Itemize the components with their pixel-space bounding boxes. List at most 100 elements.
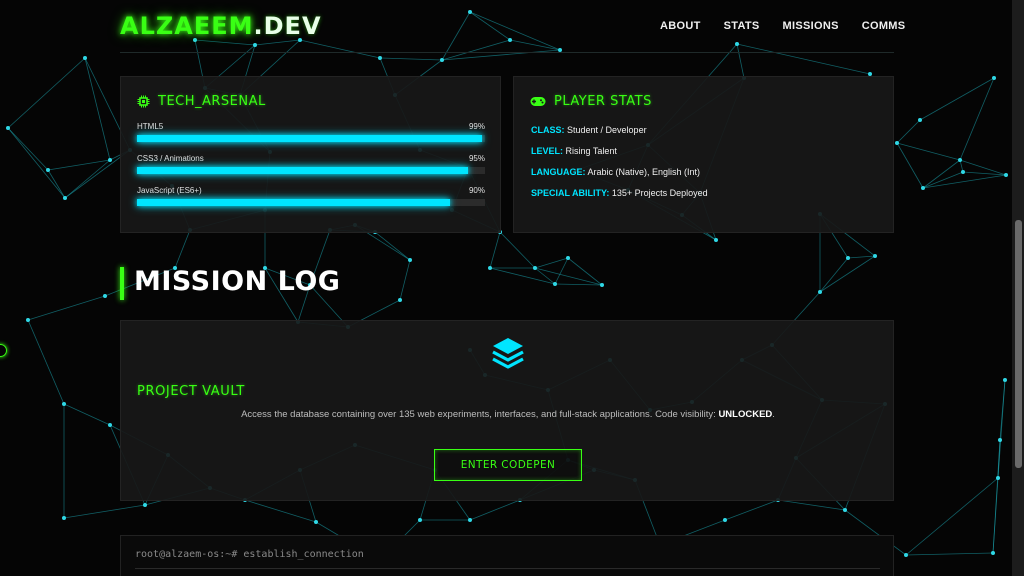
network-link	[84, 57, 111, 161]
terminal-panel[interactable]: root@alzaem-os:~# establish_connection	[120, 535, 894, 576]
network-node	[895, 141, 899, 145]
stat-language: LANGUAGE: Arabic (Native), English (Int)	[531, 167, 701, 177]
skill-name: CSS3 / Animations	[137, 154, 204, 163]
network-node	[846, 256, 850, 260]
network-link	[299, 39, 381, 59]
network-link	[959, 77, 995, 161]
network-node	[723, 518, 727, 522]
network-node	[253, 43, 257, 47]
skill-css: CSS3 / Animations 95%	[137, 154, 485, 174]
network-link	[489, 231, 501, 269]
header-divider	[120, 52, 894, 53]
network-link	[63, 403, 111, 426]
network-link	[254, 39, 301, 46]
nav-missions[interactable]: MISSIONS	[783, 20, 839, 32]
network-link	[399, 259, 411, 301]
network-node	[418, 518, 422, 522]
nav-comms[interactable]: COMMS	[862, 20, 906, 32]
network-link	[819, 257, 849, 293]
network-link	[905, 552, 994, 556]
terminal-command: root@alzaem-os:~# establish_connection	[135, 549, 364, 560]
network-node	[108, 423, 112, 427]
network-node	[378, 56, 382, 60]
network-link	[896, 119, 921, 144]
nav-about[interactable]: ABOUT	[660, 20, 701, 32]
skill-bar-fill	[137, 167, 468, 174]
network-link	[194, 39, 256, 46]
network-link	[469, 11, 561, 51]
logo-suffix: .DEV	[253, 12, 322, 40]
skill-bar-fill	[137, 199, 451, 206]
tech-arsenal-title: TECH_ARSENAL	[137, 94, 266, 109]
gamepad-icon	[530, 97, 546, 106]
skill-bar-track	[137, 167, 485, 174]
network-node	[996, 476, 1000, 480]
stat-special-ability: SPECIAL ABILITY: 135+ Projects Deployed	[531, 188, 708, 198]
network-node	[508, 38, 512, 42]
network-link	[847, 255, 876, 259]
network-link	[499, 231, 536, 269]
enter-codepen-button[interactable]: ENTER CODEPEN	[434, 449, 582, 481]
network-node	[958, 158, 962, 162]
site-logo[interactable]: ALZAEEM.DEV	[120, 12, 322, 40]
network-node	[62, 402, 66, 406]
scrollbar-thumb[interactable]	[1015, 220, 1022, 468]
network-link	[534, 257, 569, 269]
chip-icon	[137, 95, 150, 108]
player-stats-card: PLAYER STATS CLASS: Student / Developer …	[513, 76, 894, 233]
skill-bar-fill	[137, 135, 482, 142]
network-link	[724, 499, 779, 521]
network-link	[379, 57, 443, 61]
network-link	[896, 142, 924, 189]
logo-main: ALZAEEM	[120, 12, 254, 40]
network-node	[468, 10, 472, 14]
network-link	[922, 159, 961, 189]
network-node	[533, 266, 537, 270]
network-node	[873, 254, 877, 258]
network-node	[1004, 173, 1008, 177]
network-node	[440, 58, 444, 62]
network-node	[735, 42, 739, 46]
network-node	[62, 516, 66, 520]
network-link	[374, 231, 411, 261]
skill-name: HTML5	[137, 122, 164, 131]
network-node	[408, 258, 412, 262]
network-node	[992, 76, 996, 80]
player-stats-title: PLAYER STATS	[530, 94, 652, 109]
network-link	[554, 257, 569, 285]
network-node	[600, 283, 604, 287]
network-link	[509, 39, 561, 51]
stat-level: LEVEL: Rising Talent	[531, 146, 617, 156]
network-link	[819, 255, 876, 293]
network-link	[7, 127, 66, 199]
network-node	[314, 520, 318, 524]
network-link	[959, 159, 1007, 176]
network-node	[83, 56, 87, 60]
skill-percent: 90%	[468, 186, 485, 195]
mission-log-heading: MISSION LOG	[134, 266, 341, 297]
network-link	[905, 477, 999, 556]
network-link	[777, 499, 846, 511]
network-link	[736, 43, 745, 79]
skill-name: JavaScript (ES6+)	[137, 186, 202, 195]
nav-stats[interactable]: STATS	[724, 20, 760, 32]
network-link	[997, 379, 1006, 479]
network-link	[174, 229, 191, 269]
network-link	[554, 283, 603, 286]
network-link	[7, 57, 86, 129]
network-node	[143, 503, 147, 507]
network-link	[469, 499, 521, 521]
network-link	[47, 159, 111, 171]
network-link	[47, 169, 66, 199]
network-node	[468, 518, 472, 522]
network-link	[922, 174, 1007, 189]
network-link	[896, 142, 961, 161]
network-node	[714, 238, 718, 242]
network-link	[64, 159, 111, 199]
network-node	[904, 553, 908, 557]
skill-bar-track	[137, 135, 485, 142]
network-node	[6, 126, 10, 130]
network-link	[736, 43, 871, 75]
network-link	[962, 171, 1007, 176]
network-node	[63, 196, 67, 200]
